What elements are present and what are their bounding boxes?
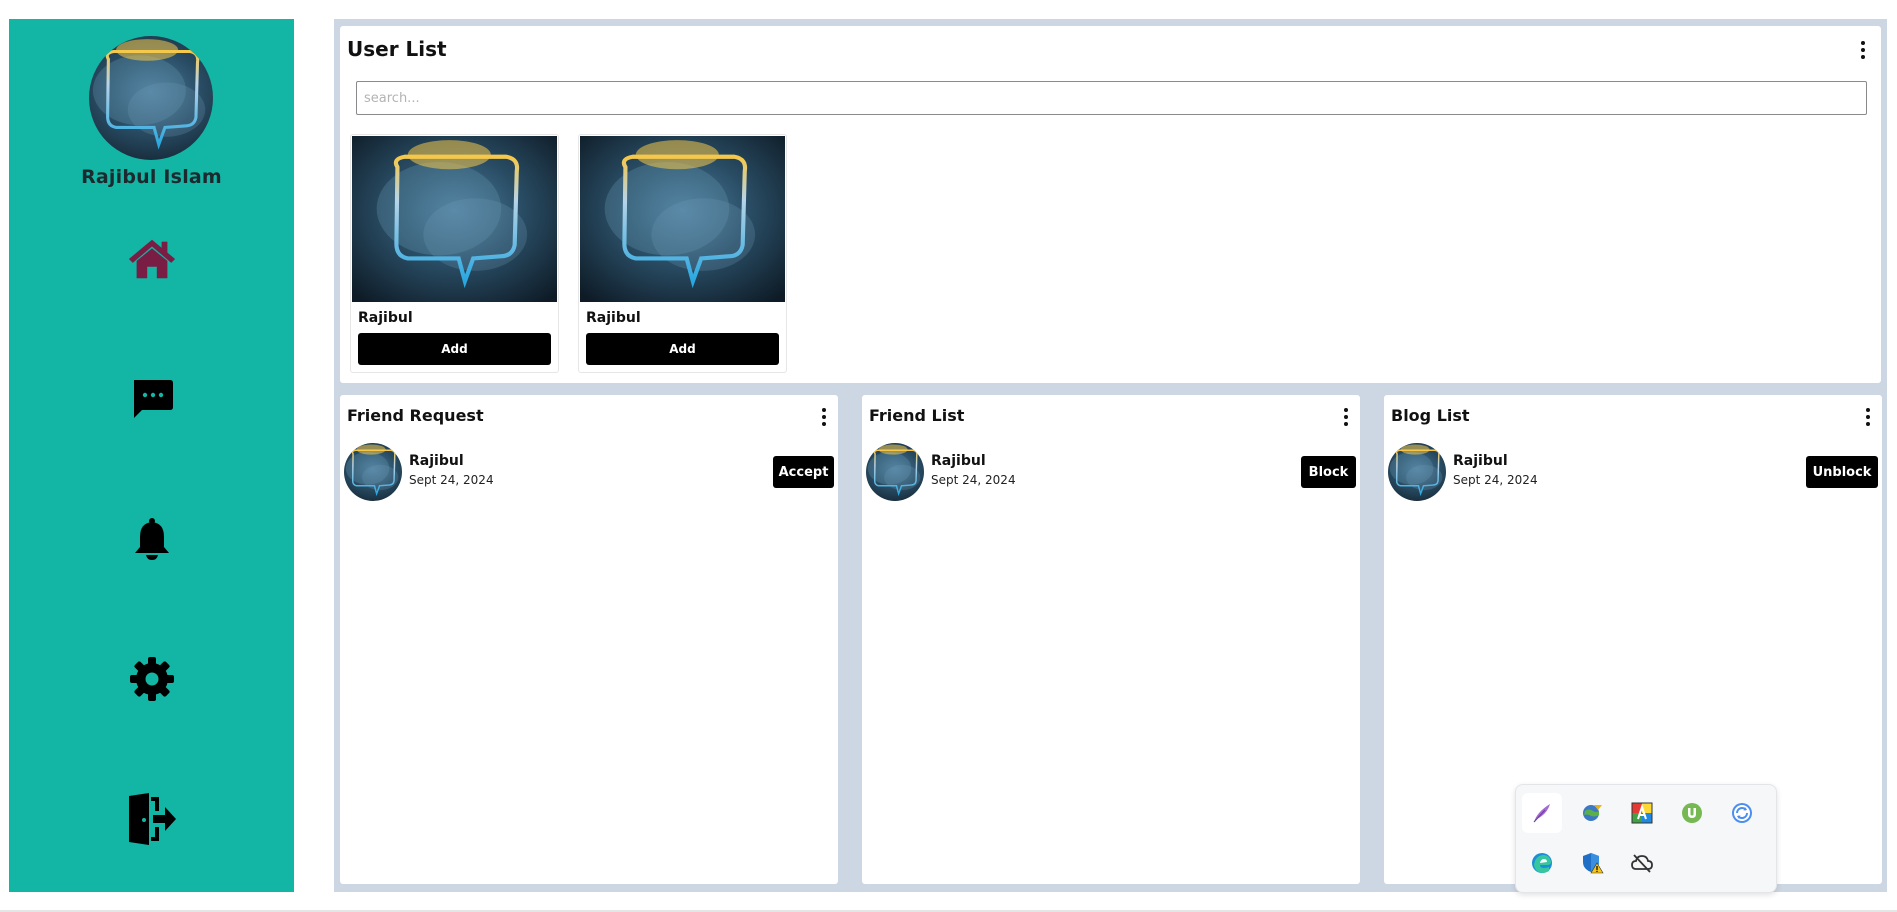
user-card: Rajibul Add [578, 134, 787, 373]
blog-date: Sept 24, 2024 [1453, 473, 1538, 487]
accept-button[interactable]: Accept [773, 456, 834, 488]
user-cover-image [580, 136, 785, 302]
user-card: Rajibul Add [350, 134, 559, 373]
profile-avatar[interactable] [89, 36, 213, 160]
edge-icon[interactable] [1522, 843, 1562, 883]
logout-icon[interactable] [127, 793, 177, 845]
friend-request-title: Friend Request [347, 406, 484, 425]
friend-list-card: Friend List Rajibul Sept 24, 2024 Block [862, 395, 1360, 884]
friend-name: Rajibul [931, 453, 986, 469]
block-button[interactable]: Block [1301, 456, 1356, 488]
user-list-card: User List Rajibul Add Rajibul Add [340, 26, 1881, 383]
friend-request-card: Friend Request Rajibul Sept 24, 2024 Acc… [340, 395, 838, 884]
gear-icon[interactable] [127, 654, 177, 704]
friend-list-title: Friend List [869, 406, 965, 425]
friend-request-menu-icon[interactable] [814, 405, 834, 429]
profile-name: Rajibul Islam [81, 166, 222, 188]
chat-icon[interactable] [127, 374, 177, 424]
system-tray-popup [1515, 784, 1777, 893]
feather-icon[interactable] [1522, 793, 1562, 833]
avatar [344, 443, 402, 501]
blog-list-menu-icon[interactable] [1858, 405, 1878, 429]
home-icon[interactable] [127, 234, 177, 284]
main-panel: User List Rajibul Add Rajibul Add Friend… [334, 19, 1887, 892]
add-button[interactable]: Add [586, 333, 779, 365]
user-cover-image [352, 136, 557, 302]
user-name: Rajibul [358, 310, 413, 326]
user-list-menu-icon[interactable] [1853, 38, 1873, 62]
torrent-icon[interactable] [1672, 793, 1712, 833]
user-name: Rajibul [586, 310, 641, 326]
blog-list-title: Blog List [1391, 406, 1470, 425]
user-list-title: User List [347, 37, 447, 61]
defender-warning-icon[interactable] [1572, 843, 1612, 883]
sync-icon[interactable] [1722, 793, 1762, 833]
add-button[interactable]: Add [358, 333, 551, 365]
unblock-button[interactable]: Unblock [1806, 456, 1878, 488]
blog-name: Rajibul [1453, 453, 1508, 469]
request-name: Rajibul [409, 453, 464, 469]
avatar [866, 443, 924, 501]
sidebar: Rajibul Islam [9, 19, 294, 892]
request-date: Sept 24, 2024 [409, 473, 494, 487]
globe-download-icon[interactable] [1572, 793, 1612, 833]
cloud-off-icon[interactable] [1622, 843, 1662, 883]
avatar [1388, 443, 1446, 501]
search-input[interactable] [356, 81, 1867, 115]
friend-list-menu-icon[interactable] [1336, 405, 1356, 429]
friend-date: Sept 24, 2024 [931, 473, 1016, 487]
bell-icon[interactable] [127, 514, 177, 564]
color-picker-icon[interactable] [1622, 793, 1662, 833]
